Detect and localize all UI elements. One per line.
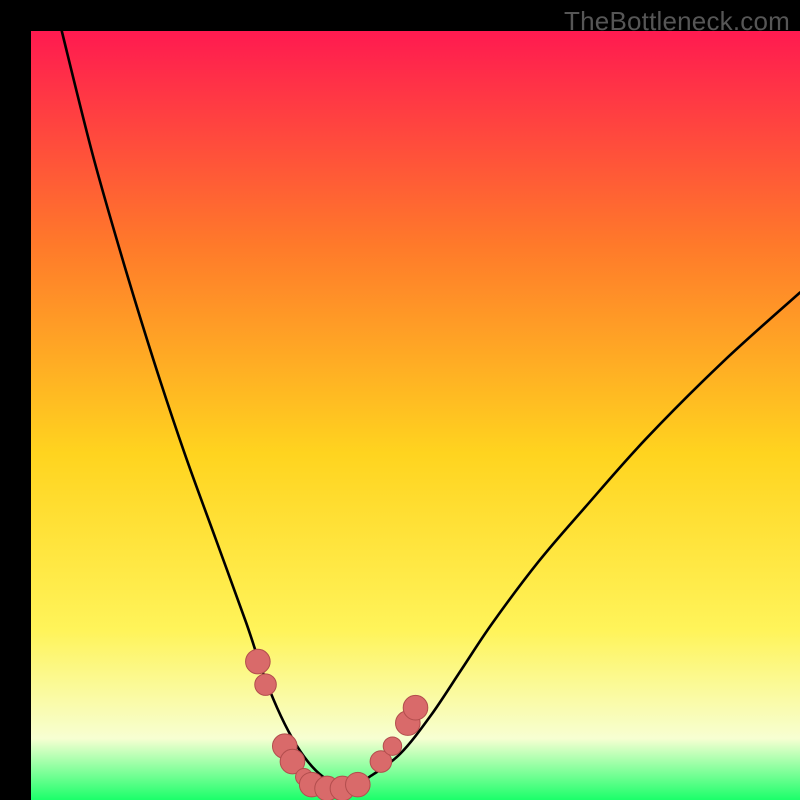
curve-marker (403, 695, 428, 720)
curve-marker (383, 737, 401, 755)
watermark-text: TheBottleneck.com (564, 6, 790, 37)
curve-marker (346, 772, 371, 797)
plot-background (31, 31, 800, 800)
curve-marker (246, 649, 271, 674)
curve-marker (255, 674, 277, 696)
chart-canvas: TheBottleneck.com (0, 0, 800, 800)
bottleneck-plot (0, 0, 800, 800)
